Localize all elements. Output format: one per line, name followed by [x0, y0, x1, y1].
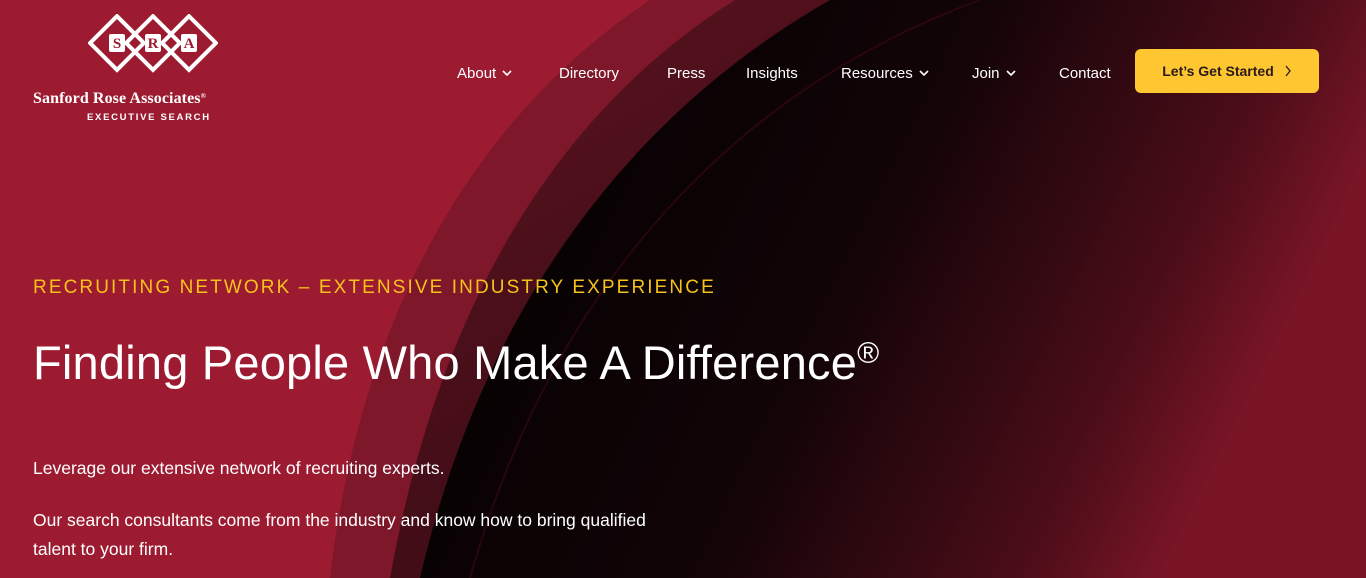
site-logo[interactable]: S R A Sanford Rose Associates® EXECUTIVE…	[33, 14, 278, 126]
nav-label-press: Press	[667, 64, 706, 82]
logo-subtitle: EXECUTIVE SEARCH	[87, 112, 211, 123]
nav-label-about: About	[457, 64, 497, 82]
logo-letter-s: S	[113, 36, 121, 52]
logo-company-name: Sanford Rose Associates®	[33, 90, 278, 108]
chevron-down-icon	[1005, 69, 1016, 76]
sra-diamond-logo-mark: S R A	[88, 14, 218, 73]
nav-item-press[interactable]: Press	[667, 62, 705, 84]
nav-label-join: Join	[972, 64, 1000, 82]
chevron-right-icon	[1285, 65, 1291, 77]
hero-headline: Finding People Who Make A Difference®	[33, 335, 879, 390]
nav-item-join[interactable]: Join	[972, 62, 1016, 84]
logo-name-text: Sanford Rose Associates	[33, 90, 201, 107]
nav-item-resources[interactable]: Resources	[841, 62, 929, 84]
chevron-down-icon	[919, 69, 929, 76]
nav-label-insights: Insights	[746, 64, 798, 82]
hero-headline-text: Finding People Who Make A Difference	[33, 336, 858, 389]
nav-label-directory: Directory	[559, 64, 620, 82]
logo-letter-r: R	[148, 36, 159, 52]
nav-label-contact: Contact	[1059, 64, 1111, 82]
get-started-button[interactable]: Let’s Get Started	[1135, 49, 1319, 93]
nav-item-directory[interactable]: Directory	[559, 62, 619, 84]
hero-eyebrow: RECRUITING NETWORK – EXTENSIVE INDUSTRY …	[33, 277, 716, 298]
logo-letter-a: A	[184, 36, 195, 52]
hero-paragraph-1: Leverage our extensive network of recrui…	[33, 458, 445, 478]
nav-item-about[interactable]: About	[457, 62, 512, 84]
hero-registered-mark: ®	[857, 337, 880, 370]
get-started-label: Let’s Get Started	[1162, 63, 1274, 79]
hero-paragraph-2: Our search consultants come from the ind…	[33, 510, 646, 559]
nav-item-insights[interactable]: Insights	[746, 62, 798, 84]
nav-label-resources: Resources	[841, 64, 913, 82]
nav-item-contact[interactable]: Contact	[1059, 62, 1111, 84]
logo-registered-mark: ®	[200, 92, 206, 100]
chevron-down-icon	[502, 69, 512, 76]
